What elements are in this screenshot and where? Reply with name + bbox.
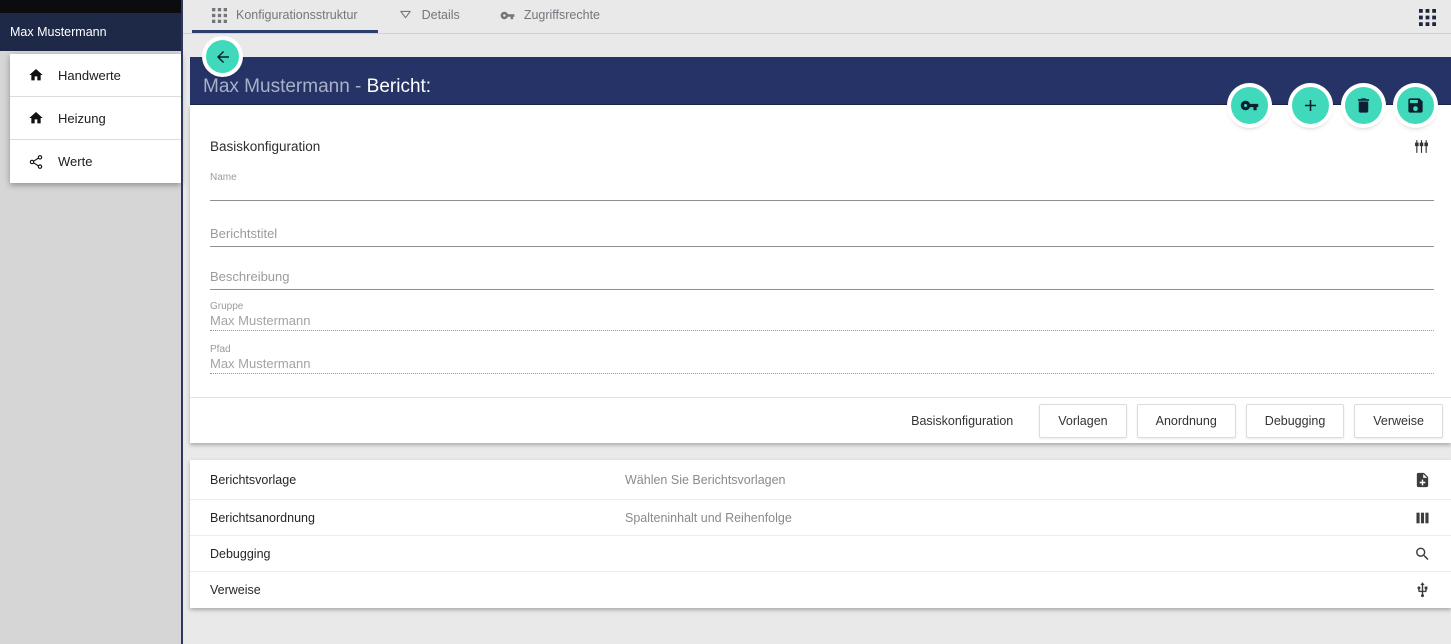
pfad-field-value: Max Mustermann [210, 356, 311, 371]
footer-button-anordnung[interactable]: Anordnung [1136, 403, 1236, 438]
page-title-prefix: Max Mustermann - [203, 76, 367, 97]
list-row-description: Spalteninhalt und Reihenfolge [625, 510, 792, 525]
key-button[interactable] [1231, 87, 1268, 124]
plus-icon [1301, 96, 1320, 115]
list-row-label: Berichtsvorlage [210, 472, 297, 487]
tab-bar: Konfigurationsstruktur Details Zugriffsr… [183, 0, 1451, 34]
sidebar-divider [181, 0, 183, 644]
arrow-back-icon [214, 48, 232, 66]
tab-details[interactable]: Details [378, 0, 480, 33]
trash-icon [1354, 96, 1373, 115]
list-row-label: Berichtsanordnung [210, 510, 315, 525]
name-field[interactable] [210, 200, 1434, 201]
apps-grid-icon[interactable] [1419, 9, 1436, 26]
app-window: Max Mustermann Handwerte Heizung Werte K… [0, 0, 1451, 644]
sidebar-title: Max Mustermann [10, 25, 107, 39]
add-button[interactable] [1292, 87, 1329, 124]
page-title: Max Mustermann - Bericht: [203, 76, 431, 98]
sidebar-top-strip [0, 0, 181, 13]
save-button[interactable] [1397, 87, 1434, 124]
save-icon [1406, 96, 1425, 115]
gruppe-field-value: Max Mustermann [210, 313, 311, 328]
footer-button-verweise[interactable]: Verweise [1354, 403, 1443, 438]
list-row-debugging[interactable]: Debugging [190, 536, 1451, 572]
sidebar: Max Mustermann Handwerte Heizung Werte [0, 0, 181, 644]
pfad-field [210, 373, 1434, 374]
list-card: Berichtsvorlage Wählen Sie Berichtsvorla… [190, 460, 1451, 608]
list-row-verweise[interactable]: Verweise [190, 572, 1451, 608]
tab-label: Konfigurationsstruktur [236, 8, 358, 22]
usb-icon [1414, 582, 1431, 599]
list-row-label: Verweise [210, 583, 261, 597]
sidebar-item-werte[interactable]: Werte [10, 140, 181, 183]
berichtstitel-field[interactable]: Berichtstitel [210, 226, 1434, 247]
sidebar-item-handwerte[interactable]: Handwerte [10, 54, 181, 97]
delete-button[interactable] [1345, 87, 1382, 124]
footer-button-vorlagen[interactable]: Vorlagen [1039, 403, 1127, 438]
list-row-berichtsanordnung[interactable]: Berichtsanordnung Spalteninhalt und Reih… [190, 500, 1451, 536]
field-label-gruppe: Gruppe [210, 301, 244, 312]
grid-icon [212, 7, 227, 23]
home-icon [28, 110, 44, 126]
back-button[interactable] [206, 40, 239, 73]
key-icon [500, 8, 515, 23]
list-row-description: Wählen Sie Berichtsvorlagen [625, 472, 786, 487]
tab-label: Details [421, 8, 460, 22]
sidebar-header: Max Mustermann [0, 13, 181, 51]
filter-icon [398, 8, 413, 23]
footer-button-debugging[interactable]: Debugging [1245, 403, 1345, 438]
tab-zugriffsrechte[interactable]: Zugriffsrechte [480, 0, 620, 33]
field-label-pfad: Pfad [210, 344, 231, 355]
page-title-emphasis: Bericht: [366, 76, 432, 97]
search-icon [1414, 545, 1431, 562]
tab-label: Zugriffsrechte [523, 8, 601, 22]
list-row-berichtsvorlage[interactable]: Berichtsvorlage Wählen Sie Berichtsvorla… [190, 460, 1451, 500]
sidebar-item-label: Werte [58, 154, 93, 169]
view-column-icon [1414, 509, 1431, 526]
gruppe-field [210, 330, 1434, 331]
beschreibung-field[interactable]: Beschreibung [210, 269, 1434, 290]
home-icon [28, 67, 44, 83]
sidebar-item-label: Handwerte [58, 67, 121, 83]
sidebar-menu: Handwerte Heizung Werte [10, 54, 181, 183]
sidebar-item-label: Heizung [58, 110, 106, 126]
field-label-name: Name [210, 172, 237, 183]
form-card: Basiskonfiguration Name Berichtstitel Be… [190, 105, 1451, 443]
share-icon [28, 154, 44, 170]
note-add-icon [1414, 471, 1431, 488]
key-icon [1240, 96, 1259, 115]
list-row-label: Debugging [210, 546, 271, 561]
sidebar-item-heizung[interactable]: Heizung [10, 97, 181, 140]
section-title: Basiskonfiguration [210, 139, 321, 154]
tab-konfigurationsstruktur[interactable]: Konfigurationsstruktur [192, 0, 378, 33]
footer-button-basiskonfiguration[interactable]: Basiskonfiguration [895, 405, 1029, 437]
form-card-footer: Basiskonfiguration Vorlagen Anordnung De… [190, 397, 1451, 443]
tune-icon[interactable] [1413, 138, 1430, 155]
